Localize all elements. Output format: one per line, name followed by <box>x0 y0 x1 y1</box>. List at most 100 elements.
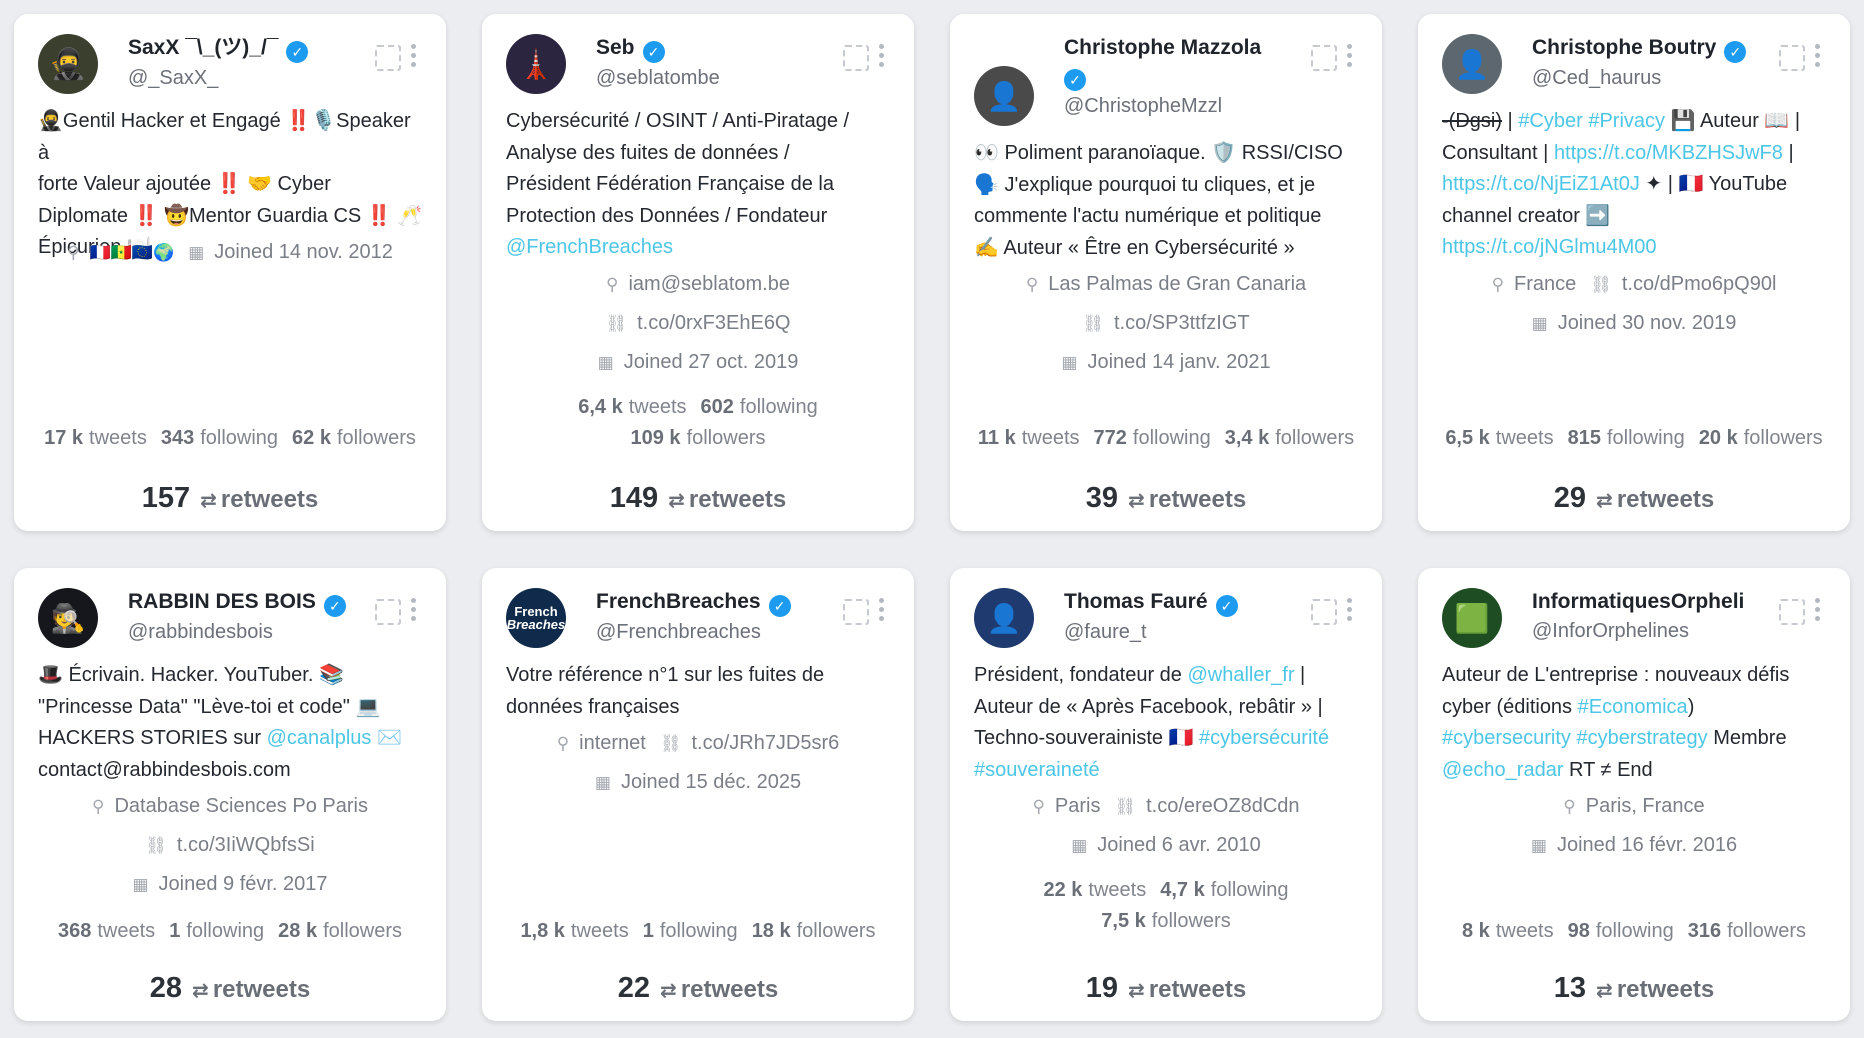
retweet-count: 28 ⇄ retweets <box>149 972 311 1004</box>
location: 🇫🇷🇸🇳🇪🇺🌍 <box>89 243 175 262</box>
expand-icon[interactable] <box>1311 598 1337 625</box>
handle[interactable]: @_SaxX_ <box>128 63 378 93</box>
bio: Votre référence n°1 sur les fuites de do… <box>506 664 825 718</box>
verified-badge-icon: ✓ <box>768 595 791 617</box>
more-options-icon[interactable] <box>1347 598 1352 621</box>
expand-icon[interactable] <box>843 598 869 625</box>
circuit-pattern-icon: 🟩 <box>1454 602 1490 634</box>
avatar[interactable]: 🗼 <box>506 34 566 94</box>
joined-date: Joined 30 nov. 2019 <box>1557 312 1737 334</box>
more-options-icon[interactable] <box>411 598 416 621</box>
tower-image-icon: 🗼 <box>518 48 554 80</box>
joined-date: Joined 14 nov. 2012 <box>214 241 393 263</box>
handle[interactable]: @Frenchbreaches <box>596 617 846 647</box>
bio-mention-link[interactable]: @echo_radar <box>1442 759 1563 781</box>
expand-icon[interactable] <box>1311 44 1337 71</box>
display-name[interactable]: FrenchBreaches <box>596 590 761 613</box>
handle[interactable]: @Ced_haurus <box>1532 63 1782 93</box>
profile-card[interactable]: 🕵️ RABBIN DES BOIS ✓ @rabbindesbois 🎩 Écr… <box>14 568 446 1021</box>
link-icon: ⛓ <box>145 836 167 855</box>
display-name[interactable]: SaxX ¯\_(ツ)_/¯ <box>128 36 278 59</box>
link-icon: ⛓ <box>1114 797 1137 816</box>
more-options-icon[interactable] <box>1815 44 1820 67</box>
profile-card[interactable]: 👤 Christophe Mazzola ✓ @ChristopheMzzl 👀… <box>950 14 1382 531</box>
handle[interactable]: @rabbindesbois <box>128 617 378 647</box>
avatar[interactable]: 👤 <box>974 588 1034 648</box>
profile-meta: ⚲ Database Sciences Po Paris ⛓ t.co/3IiWQb… <box>14 787 446 904</box>
more-options-icon[interactable] <box>1815 598 1820 621</box>
display-name[interactable]: Seb <box>596 36 635 59</box>
more-options-icon[interactable] <box>411 44 416 67</box>
bio-mention-link[interactable]: @FrenchBreaches <box>506 232 894 264</box>
bio-url-link[interactable]: https://t.co/MKBZHSJwF8 <box>1554 142 1783 164</box>
profile-url[interactable]: t.co/SP3ttfzIGT <box>1114 312 1250 334</box>
bio-hashtag-link[interactable]: #Economica <box>1578 696 1688 718</box>
bio: 👀 Poliment paranoïaque. 🛡️ RSSI/CISO 🗣️ … <box>974 142 1343 259</box>
handle[interactable]: @seblatombe <box>596 63 846 93</box>
bio-mention-link[interactable]: @canalplus <box>267 727 372 749</box>
avatar[interactable]: 👤 <box>1442 34 1502 94</box>
person-photo-icon: 👤 <box>1454 48 1490 80</box>
profile-card[interactable]: 👤 Thomas Fauré ✓ @faure_t Président, fond… <box>950 568 1382 1021</box>
profile-url[interactable]: t.co/0rxF3EhE6Q <box>637 312 790 334</box>
link-icon: ⛓ <box>659 734 682 753</box>
joined-date: Joined 16 févr. 2016 <box>1556 834 1738 856</box>
bio-hashtag-link[interactable]: #cybersecurity #cyberstrategy <box>1442 727 1708 749</box>
expand-icon[interactable] <box>1779 44 1805 71</box>
calendar-icon: ▦ <box>1531 314 1548 333</box>
profile-stats: 6,4 k tweets 602 following 109 k followers <box>578 396 818 449</box>
avatar[interactable]: French Breaches <box>506 588 566 648</box>
expand-icon[interactable] <box>1779 598 1805 625</box>
bio-url-link[interactable]: https://t.co/jNGlmu4M00 <box>1442 232 1830 264</box>
verified-badge-icon: ✓ <box>642 41 665 63</box>
display-name[interactable]: RABBIN DES BOIS <box>128 590 316 613</box>
bio-hashtag-link[interactable]: #souveraineté <box>974 755 1362 787</box>
more-options-icon[interactable] <box>1347 44 1352 67</box>
location-pin-icon: ⚲ <box>606 275 619 294</box>
profile-meta: ⚲ 🇫🇷🇸🇳🇪🇺🌍 ▦ Joined 14 nov. 2012 <box>14 233 446 272</box>
calendar-icon: ▦ <box>132 875 149 894</box>
expand-icon[interactable] <box>375 44 401 71</box>
bio-hashtag-link[interactable]: #Cyber #Privacy <box>1518 110 1665 132</box>
location-pin-icon: ⚲ <box>92 797 105 816</box>
profile-url[interactable]: t.co/ereOZ8dCdn <box>1146 795 1299 817</box>
verified-badge-icon: ✓ <box>1064 69 1086 91</box>
location-pin-icon: ⚲ <box>67 243 80 262</box>
profile-stats: 22 k tweets 4,7 k following 7,5 k followers <box>1043 879 1289 932</box>
calendar-icon: ▦ <box>1530 836 1547 855</box>
joined-date: Joined 6 avr. 2010 <box>1097 834 1261 856</box>
retweet-count: 29 ⇄ retweets <box>1553 482 1715 514</box>
profile-url[interactable]: t.co/3IiWQbfsSi <box>177 834 315 856</box>
display-name[interactable]: InformatiquesOrpheli <box>1532 590 1744 613</box>
avatar[interactable]: 👤 <box>974 66 1034 126</box>
expand-icon[interactable] <box>843 44 869 71</box>
retweet-count: 149 ⇄ retweets <box>609 482 787 514</box>
location: Las Palmas de Gran Canaria <box>1048 273 1307 295</box>
avatar[interactable]: 🟩 <box>1442 588 1502 648</box>
display-name[interactable]: Christophe Boutry <box>1532 36 1716 59</box>
location-pin-icon: ⚲ <box>1491 275 1505 294</box>
expand-icon[interactable] <box>375 598 401 625</box>
profile-url[interactable]: t.co/dPmo6pQ90l <box>1622 273 1777 295</box>
bio-url-link[interactable]: https://t.co/NjEiZ1At0J <box>1442 173 1640 195</box>
more-options-icon[interactable] <box>879 44 884 67</box>
avatar[interactable]: 🕵️ <box>38 588 98 648</box>
profile-card[interactable]: 👤 Christophe Boutry ✓ @Ced_haurus -(Dgsi)… <box>1418 14 1850 531</box>
more-options-icon[interactable] <box>879 598 884 621</box>
bio-mention-link[interactable]: @whaller_fr <box>1187 664 1294 686</box>
handle[interactable]: @InforOrphelines <box>1532 616 1782 646</box>
profile-url[interactable]: t.co/JRh7JD5sr6 <box>691 732 839 754</box>
profile-card[interactable]: French Breaches FrenchBreaches ✓ @Frenchbr… <box>482 568 914 1021</box>
profile-card[interactable]: 🟩 InformatiquesOrpheli @InforOrphelines … <box>1418 568 1850 1021</box>
avatar[interactable]: 🥷 <box>38 34 98 94</box>
retweet-count: 157 ⇄ retweets <box>141 482 319 514</box>
display-name[interactable]: Christophe Mazzola <box>1064 36 1261 59</box>
bio-hashtag-link[interactable]: #cybersécurité <box>1199 727 1329 749</box>
retweet-count: 22 ⇄ retweets <box>617 972 779 1004</box>
display-name[interactable]: Thomas Fauré <box>1064 590 1208 613</box>
hacker-figure-icon: 🥷 <box>49 47 87 81</box>
profile-card[interactable]: 🗼 Seb ✓ @seblatombe Cybersécurité / OSINT… <box>482 14 914 531</box>
handle[interactable]: @faure_t <box>1064 617 1314 647</box>
profile-card[interactable]: 🥷 SaxX ¯\_(ツ)_/¯ ✓ @_SaxX_ 🥷Gentil Hacker… <box>14 14 446 531</box>
handle[interactable]: @ChristopheMzzl <box>1064 91 1314 121</box>
